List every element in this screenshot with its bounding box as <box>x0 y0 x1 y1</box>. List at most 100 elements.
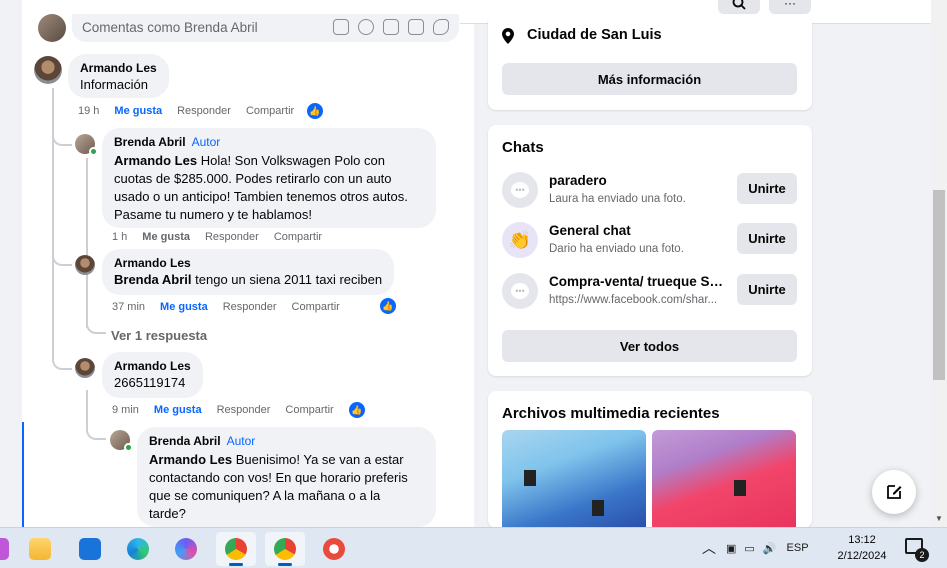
comment-text-line: Hola! Son Volkswagen Polo con <box>200 153 385 168</box>
show-hidden-icons-icon[interactable]: ︿ <box>702 538 716 558</box>
edge-browser-icon[interactable] <box>118 532 158 566</box>
scroll-down-arrow-icon[interactable]: ▼ <box>935 514 943 523</box>
language-indicator[interactable]: ESP <box>787 542 809 554</box>
chrome-icon[interactable] <box>265 532 305 566</box>
mention-link[interactable]: Armando Les <box>149 452 232 467</box>
scrollbar-thumb[interactable] <box>933 190 945 380</box>
info-card: Ciudad de San Luis Más información <box>488 14 812 110</box>
battery-icon[interactable]: ▭ <box>744 542 754 555</box>
see-all-chats-button[interactable]: Ver todos <box>502 330 797 362</box>
like-reaction-icon[interactable]: 👍 <box>307 103 323 119</box>
author-badge: Autor <box>226 434 256 448</box>
tag-shape <box>734 480 746 496</box>
more-info-button[interactable]: Más información <box>502 63 797 95</box>
share-button[interactable]: Compartir <box>285 404 333 416</box>
armando-les-avatar[interactable] <box>75 358 95 378</box>
media-thumbnail-shorts-pink[interactable] <box>652 430 796 528</box>
emoji-icon[interactable] <box>358 19 374 35</box>
taskbar-app-partial[interactable] <box>0 532 18 566</box>
comment-text: Información <box>80 77 148 92</box>
chat-bubble-icon: ••• <box>502 172 538 208</box>
paint-icon[interactable] <box>314 532 354 566</box>
chat-item[interactable]: 👏 General chat Dario ha enviado una foto… <box>502 222 798 260</box>
comment-bubble: Brenda Abril Autor Armando Les Hola! Son … <box>102 128 436 228</box>
copilot-icon[interactable] <box>166 532 206 566</box>
chat-item[interactable]: ••• paradero Laura ha enviado una foto. … <box>502 172 798 210</box>
chrome-profile-icon[interactable] <box>216 532 256 566</box>
thread-connector <box>52 352 72 370</box>
mention-link[interactable]: Brenda Abril <box>114 272 192 287</box>
comment-composer: Comentas como Brenda Abril <box>38 14 459 42</box>
join-chat-button[interactable]: Unirte <box>737 173 797 204</box>
comment-author[interactable]: Armando Les <box>80 61 157 76</box>
like-button[interactable]: Me gusta <box>160 301 208 313</box>
new-message-button[interactable] <box>872 470 916 514</box>
page-background-left <box>0 0 22 527</box>
sticker-icon[interactable] <box>433 19 449 35</box>
comment-author[interactable]: Brenda Abril <box>114 135 186 149</box>
comment-text-line: Buenisimo! Ya se van a estar <box>235 452 404 467</box>
reply-button[interactable]: Responder <box>205 231 259 243</box>
comment-actions: 9 min Me gusta Responder Compartir <box>112 404 349 416</box>
armando-les-avatar[interactable] <box>75 255 95 275</box>
more-icon: ··· <box>784 0 796 10</box>
join-chat-button[interactable]: Unirte <box>737 223 797 254</box>
mail-icon[interactable] <box>70 532 110 566</box>
reply-button[interactable]: Responder <box>217 404 271 416</box>
chat-name[interactable]: paradero <box>549 173 725 188</box>
like-reaction-icon[interactable]: 👍 <box>349 402 365 418</box>
file-explorer-icon[interactable] <box>20 532 60 566</box>
comment-input[interactable]: Comentas como Brenda Abril <box>72 14 459 42</box>
chats-card: Chats ••• paradero Laura ha enviado una … <box>488 125 812 376</box>
comment-bubble: Brenda Abril Autor Armando Les Buenisimo!… <box>137 427 436 527</box>
comment-author[interactable]: Armando Les <box>114 359 191 374</box>
comment-actions: 37 min Me gusta Responder Compartir <box>112 301 355 313</box>
mention-link[interactable]: Armando Les <box>114 153 197 168</box>
comment-text: tengo un siena 2011 taxi reciben <box>195 272 383 287</box>
comment-time[interactable]: 37 min <box>112 301 145 313</box>
avatar-sticker-icon[interactable] <box>333 19 349 35</box>
share-button[interactable]: Compartir <box>246 105 294 117</box>
search-button[interactable] <box>718 0 760 14</box>
share-button[interactable]: Compartir <box>274 231 322 243</box>
comment-time[interactable]: 19 h <box>78 105 99 117</box>
chat-name[interactable]: General chat <box>549 223 725 238</box>
location-text: Ciudad de San Luis <box>527 27 662 43</box>
chats-title: Chats <box>502 139 544 156</box>
online-status-dot <box>124 443 133 452</box>
armando-les-avatar[interactable] <box>34 56 62 84</box>
thread-connector <box>86 424 106 440</box>
more-options-button[interactable]: ··· <box>769 0 811 14</box>
clock[interactable]: 13:12 2/12/2024 <box>822 532 902 564</box>
like-button[interactable]: Me gusta <box>114 105 162 117</box>
reply-button[interactable]: Responder <box>223 301 277 313</box>
view-replies-link[interactable]: Ver 1 respuesta <box>111 328 207 343</box>
camera-icon[interactable] <box>383 19 399 35</box>
comment-text-line: que se comuniquen? A la mañana o a la <box>149 488 381 503</box>
comment-author[interactable]: Brenda Abril <box>149 434 221 448</box>
current-user-avatar[interactable] <box>38 14 66 42</box>
comment-text: 2665119174 <box>114 375 186 390</box>
chat-name[interactable]: Compra-venta/ trueque Sa... <box>549 274 725 289</box>
like-reaction-icon[interactable]: 👍 <box>380 298 396 314</box>
comment-actions: 19 h Me gusta Responder Compartir <box>78 105 309 117</box>
page-scrollbar[interactable]: ▼ <box>931 0 947 527</box>
chat-item[interactable]: ••• Compra-venta/ trueque Sa... https://… <box>502 273 798 311</box>
network-icon[interactable]: ▣ <box>726 542 736 555</box>
reply-button[interactable]: Responder <box>177 105 231 117</box>
like-button[interactable]: Me gusta <box>142 231 190 243</box>
composer-icons <box>333 19 449 35</box>
comment-text-line: cuotas de $285.000. Podes retirarlo con … <box>114 171 392 186</box>
gif-icon[interactable] <box>408 19 424 35</box>
comment-time[interactable]: 9 min <box>112 404 139 416</box>
comment-author[interactable]: Armando Les <box>114 256 382 271</box>
like-button[interactable]: Me gusta <box>154 404 202 416</box>
share-button[interactable]: Compartir <box>292 301 340 313</box>
author-badge: Autor <box>191 135 221 149</box>
notifications-count-badge: 2 <box>915 548 929 562</box>
media-thumbnail-shorts-blue[interactable] <box>502 430 646 528</box>
compose-icon <box>887 485 902 499</box>
comment-time[interactable]: 1 h <box>112 231 127 243</box>
join-chat-button[interactable]: Unirte <box>737 274 797 305</box>
volume-icon[interactable]: 🔊 <box>763 542 777 555</box>
